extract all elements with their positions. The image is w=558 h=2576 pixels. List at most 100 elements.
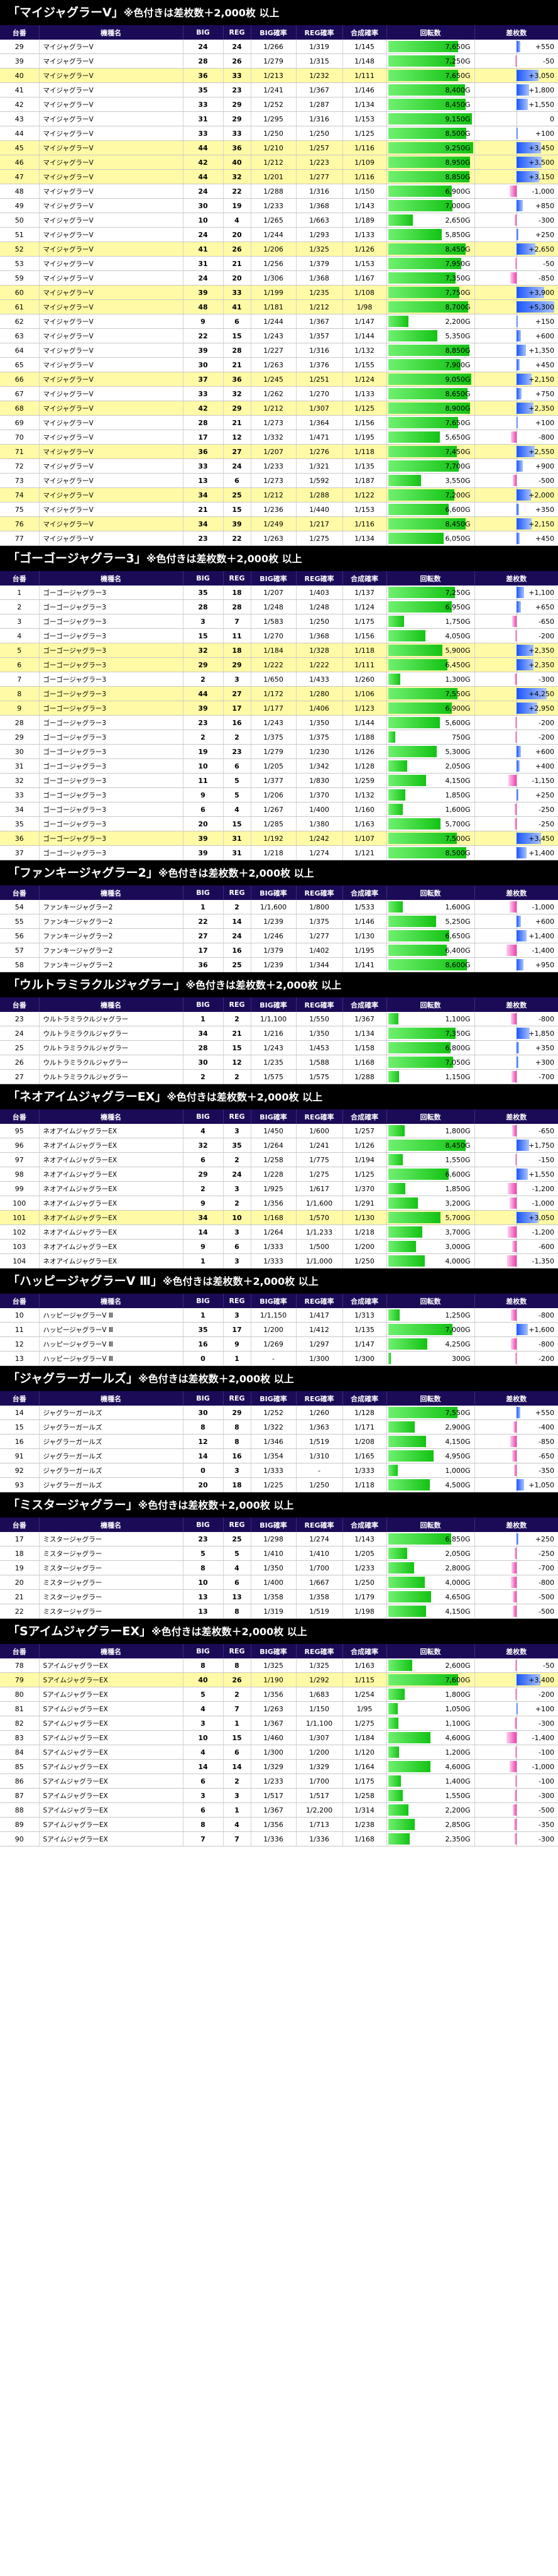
big-count-cell: 9	[182, 1239, 223, 1254]
reg-prob-cell: 1/250	[295, 1477, 342, 1492]
machine-name-cell: マイジャグラーV	[38, 502, 183, 517]
table-row: 1 ゴーゴージャグラー3 35 18 1/207 1/403 1/137 7,250G +1,1…	[0, 586, 558, 600]
diff-value-cell: -650	[474, 614, 558, 629]
combined-prob-cell: 1/171	[342, 1419, 386, 1435]
big-count-cell: 2	[182, 1181, 223, 1196]
reg-count-cell: 7	[222, 1701, 251, 1716]
diff-value: +250	[535, 230, 554, 239]
combined-prob-cell: 1/195	[342, 430, 386, 445]
spin-value: 1,000G	[445, 1466, 471, 1475]
diff-value: -650	[539, 617, 554, 626]
col-diff-header: 差枚数	[474, 1109, 558, 1124]
diff-value-cell: +2,550	[474, 444, 558, 459]
diff-value-cell: +2,650	[474, 242, 558, 257]
spin-count-cell: 1,100G	[386, 1716, 474, 1731]
big-prob-cell: 1/212	[250, 155, 296, 170]
big-count-cell: 39	[182, 831, 223, 846]
machine-name-cell: ハッピージャグラーV Ⅲ	[38, 1308, 183, 1323]
spin-value: 7,700G	[445, 462, 471, 470]
machine-no-cell: 48	[0, 184, 39, 199]
table-row: 13 ハッピージャグラーV Ⅲ 0 1-1/300 1/300 300G -200	[0, 1351, 558, 1366]
machine-no-cell: 53	[0, 256, 39, 271]
diff-value: +3,150	[528, 172, 554, 181]
machine-no-cell: 58	[0, 957, 39, 972]
table-row: 12 ハッピージャグラーV Ⅲ 16 9 1/269 1/297 1/147 4,250G -8…	[0, 1336, 558, 1352]
diff-value-cell: -1,000	[474, 900, 558, 914]
reg-prob-cell: 1/800	[295, 900, 342, 914]
reg-prob-cell: 1/379	[295, 256, 342, 271]
reg-count-cell: 6	[222, 1575, 251, 1590]
big-count-cell: 22	[182, 328, 223, 343]
col-spins-header: 回転数	[386, 25, 474, 40]
big-prob-cell: 1/236	[250, 502, 296, 517]
machine-no-cell: 12	[0, 1336, 39, 1352]
combined-prob-cell: 1/124	[342, 599, 386, 614]
machine-no-cell: 10	[0, 1308, 39, 1323]
reg-count-cell: 5	[222, 1546, 251, 1561]
machine-name-cell: ネオアイムジャグラーEX	[38, 1224, 183, 1240]
col-big-prob-header: BIG確率	[250, 886, 296, 900]
big-prob-cell: 1/245	[250, 372, 296, 387]
combined-prob-cell: 1/168	[342, 1831, 386, 1846]
table-row: 85 SアイムジャグラーEX 14 14 1/329 1/329 1/164 4,600G -1…	[0, 1759, 558, 1774]
reg-prob-cell: 1/367	[295, 314, 342, 329]
big-count-cell: 30	[182, 1406, 223, 1420]
big-prob-cell: 1/249	[250, 516, 296, 531]
table-row: 82 SアイムジャグラーEX 3 1 1/367 1/1,100 1/275 1,100G -3…	[0, 1716, 558, 1731]
machine-name-cell: マイジャグラーV	[38, 299, 183, 314]
machine-name-cell: ミスタージャグラー	[38, 1532, 183, 1546]
machine-no-cell: 29	[0, 730, 39, 745]
machine-no-cell: 95	[0, 1124, 39, 1138]
machine-no-cell: 104	[0, 1253, 39, 1269]
spin-value: 7,000G	[445, 201, 471, 210]
table-row: 44 マイジャグラーV 33 33 1/250 1/250 1/125 8,500G +100	[0, 126, 558, 141]
reg-count-cell: 16	[222, 1448, 251, 1463]
diff-value-cell: -500	[474, 1589, 558, 1604]
big-count-cell: 23	[182, 1532, 223, 1546]
reg-prob-cell: 1/250	[295, 614, 342, 629]
diff-value-cell: +250	[474, 1532, 558, 1546]
big-prob-cell: 1/400	[250, 1575, 296, 1590]
combined-prob-cell: 1/143	[342, 198, 386, 213]
diff-value: 0	[550, 114, 554, 123]
table-row: 8 ゴーゴージャグラー3 44 27 1/172 1/280 1/106 7,550G +4,2…	[0, 686, 558, 701]
table-row: 62 マイジャグラーV 9 6 1/244 1/367 1/147 2,200G +150	[0, 314, 558, 329]
machine-no-cell: 13	[0, 1351, 39, 1366]
reg-count-cell: 8	[222, 1604, 251, 1619]
diff-value-cell: +550	[474, 1406, 558, 1420]
table-row: 9 ゴーゴージャグラー3 39 17 1/177 1/406 1/123 6,900G +2,9…	[0, 701, 558, 716]
diff-value-cell: -350	[474, 1463, 558, 1478]
machine-section: 「ファンキージャグラー2」※色付きは差枚数＋2,000枚 以上 台番 機種名 BIG…	[0, 860, 558, 972]
combined-prob-cell: 1/164	[342, 1759, 386, 1774]
section-header: 「ファンキージャグラー2」※色付きは差枚数＋2,000枚 以上	[0, 860, 558, 886]
diff-value: -50	[543, 1661, 554, 1670]
machine-name-cell: マイジャグラーV	[38, 328, 183, 343]
machine-name-cell: ゴーゴージャグラー3	[38, 686, 183, 701]
reg-prob-cell: 1/370	[295, 787, 342, 802]
spin-count-cell: 2,900G	[386, 1419, 474, 1435]
reg-count-cell: 15	[222, 1730, 251, 1745]
reg-count-cell: 4	[222, 1817, 251, 1832]
table-row: 55 ファンキージャグラー2 22 14 1/239 1/375 1/146 5,250G +6…	[0, 914, 558, 929]
spin-count-cell: 3,200G	[386, 1196, 474, 1211]
spin-count-cell: 1,150G	[386, 1069, 474, 1084]
col-diff-header: 差枚数	[474, 886, 558, 900]
diff-value-cell: -800	[474, 1575, 558, 1590]
diff-value-cell: +100	[474, 1701, 558, 1716]
spin-value: 6,600G	[445, 505, 471, 514]
big-count-cell: 20	[182, 1477, 223, 1492]
combined-prob-cell: 1/257	[342, 1124, 386, 1138]
spin-count-cell: 8,450G	[386, 516, 474, 531]
diff-value: +600	[535, 917, 554, 926]
combined-prob-cell: 1/184	[342, 1730, 386, 1745]
col-big-prob-header: BIG確率	[250, 1391, 296, 1406]
reg-count-cell: 36	[222, 372, 251, 387]
spin-value: 4,150G	[445, 1607, 471, 1616]
spin-count-cell: 4,650G	[386, 1589, 474, 1604]
diff-value-cell: -650	[474, 1124, 558, 1138]
section-title: 「ウルトラミラクルジャグラー」	[8, 978, 186, 992]
big-count-cell: 29	[182, 1167, 223, 1182]
machine-no-cell: 27	[0, 1069, 39, 1084]
table-row: 90 SアイムジャグラーEX 7 7 1/336 1/336 1/168 2,350G -300	[0, 1831, 558, 1846]
big-prob-cell: 1/367	[250, 1716, 296, 1731]
